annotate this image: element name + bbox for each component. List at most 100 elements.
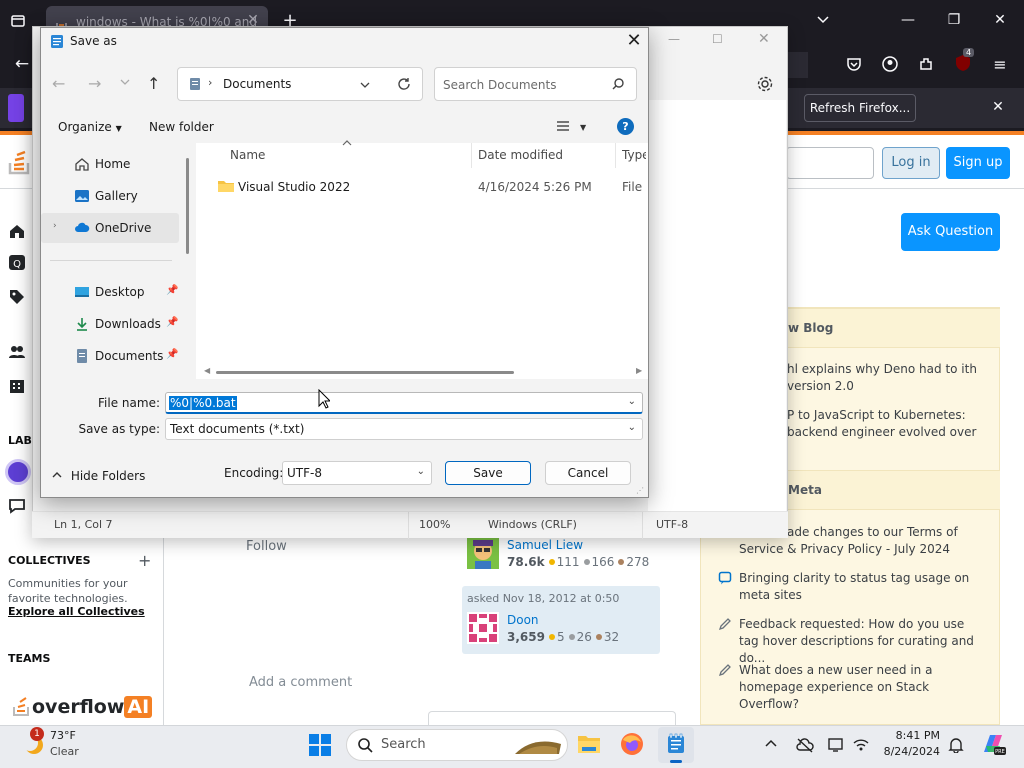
column-separator[interactable]	[615, 143, 616, 168]
network-icon[interactable]	[852, 737, 870, 755]
explore-collectives-link[interactable]: Explore all Collectives	[8, 605, 145, 618]
collectives-add-icon[interactable]: +	[138, 551, 151, 570]
forward-arrow-icon[interactable]: →	[88, 74, 101, 93]
meta-item[interactable]: Feedback requested: How do you use tag h…	[739, 616, 987, 667]
column-header-date[interactable]: Date modified	[478, 148, 563, 162]
save-type-select[interactable]: Text documents (*.txt) ⌄	[165, 418, 643, 440]
editor-avatar[interactable]	[467, 537, 499, 569]
nav-item-desktop[interactable]: Desktop 📌	[41, 277, 179, 307]
column-header-type[interactable]: Type	[622, 148, 646, 162]
weather-condition[interactable]: Clear	[50, 745, 79, 758]
companies-icon[interactable]	[8, 377, 26, 395]
nav-item-onedrive[interactable]: › OneDrive	[41, 213, 179, 243]
blog-item[interactable]: P to JavaScript to Kubernetes: backend e…	[787, 407, 987, 441]
notification-bell-icon[interactable]	[948, 737, 966, 755]
so-search-input[interactable]	[786, 147, 874, 179]
add-comment-link[interactable]: Add a comment	[249, 675, 352, 690]
recent-locations-icon[interactable]	[120, 77, 130, 87]
tags-icon[interactable]	[8, 288, 26, 306]
notification-close-icon[interactable]: ✕	[990, 99, 1006, 115]
window-close-icon[interactable]: ✕	[990, 12, 1010, 28]
discussions-icon[interactable]	[5, 459, 31, 485]
overflow-ai-logo[interactable]: overflow AI	[12, 693, 153, 718]
notepad-settings-icon[interactable]	[756, 75, 774, 93]
follow-link[interactable]: Follow	[246, 539, 287, 554]
show-hidden-icons-icon[interactable]	[764, 737, 782, 755]
questions-icon[interactable]: Q	[8, 254, 26, 272]
save-type-dropdown-icon[interactable]: ⌄	[628, 422, 636, 433]
up-arrow-icon[interactable]: ↑	[147, 74, 160, 93]
address-bar[interactable]: › Documents	[177, 67, 423, 101]
ublock-icon[interactable]: 4	[954, 48, 975, 74]
weather-temp[interactable]: 73°F	[50, 729, 76, 742]
meta-item[interactable]: Bringing clarity to status tag usage on …	[739, 570, 979, 604]
nav-item-gallery[interactable]: Gallery	[41, 181, 179, 211]
login-button[interactable]: Log in	[882, 147, 940, 179]
file-explorer-icon[interactable]	[577, 733, 601, 755]
signup-button[interactable]: Sign up	[946, 147, 1010, 179]
display-icon[interactable]	[828, 737, 846, 755]
view-list-icon[interactable]	[556, 120, 570, 132]
encoding-select[interactable]: UTF-8 ⌄	[282, 461, 432, 485]
users-icon[interactable]	[8, 343, 26, 361]
notepad-text-area[interactable]	[648, 100, 786, 511]
blog-item[interactable]: hl explains why Deno had to ith version …	[787, 361, 987, 395]
extensions-icon[interactable]	[918, 56, 938, 72]
refresh-firefox-button[interactable]: Refresh Firefox...	[804, 94, 916, 122]
nav-item-downloads[interactable]: Downloads 📌	[41, 309, 179, 339]
view-dropdown-icon[interactable]: ▼	[580, 123, 586, 132]
restore-icon[interactable]: ❐	[944, 12, 964, 28]
tab-list-icon[interactable]	[10, 13, 30, 29]
search-documents-box[interactable]	[434, 67, 637, 101]
chat-icon[interactable]	[8, 497, 26, 515]
meta-item[interactable]: What does a new user need in a homepage …	[739, 662, 939, 713]
firefox-icon[interactable]	[620, 732, 644, 756]
scrollbar-thumb[interactable]	[216, 371, 514, 374]
weather-icon[interactable]: 1	[18, 727, 46, 759]
column-separator[interactable]	[471, 143, 472, 168]
file-name-input[interactable]: %0|%0.bat ⌄	[165, 392, 643, 414]
new-folder-button[interactable]: New folder	[149, 120, 214, 134]
back-icon[interactable]: ←	[12, 54, 32, 74]
taskbar-search[interactable]: Search	[346, 729, 568, 761]
notepad-taskbar-item[interactable]	[658, 727, 694, 763]
tab-list-chevron-icon[interactable]	[816, 12, 836, 26]
organize-button[interactable]: Organize ▼	[58, 120, 122, 134]
menu-icon[interactable]: ≡	[990, 55, 1010, 74]
save-button[interactable]: Save	[445, 461, 531, 485]
clock-time[interactable]: 8:41 PM	[880, 729, 940, 742]
column-header-name[interactable]: Name	[230, 148, 265, 162]
expand-chevron-icon[interactable]: ›	[53, 221, 57, 231]
scroll-right-icon[interactable]: ▶	[636, 366, 642, 375]
notepad-maximize-icon[interactable]: ☐	[712, 32, 723, 46]
dialog-close-icon[interactable]: ✕	[622, 30, 646, 52]
clock-date[interactable]: 8/24/2024	[872, 745, 940, 758]
copilot-icon[interactable]: PRE	[980, 732, 1006, 756]
address-dropdown-icon[interactable]	[360, 80, 370, 90]
file-name-dropdown-icon[interactable]: ⌄	[628, 396, 636, 407]
asker-name[interactable]: Doon	[507, 613, 539, 627]
nav-scrollbar[interactable]	[186, 158, 189, 254]
back-arrow-icon[interactable]: ←	[52, 74, 65, 93]
nav-item-documents[interactable]: Documents 📌	[41, 341, 179, 371]
file-row[interactable]: Visual Studio 2022 4/16/2024 5:26 PM Fil…	[214, 176, 646, 198]
search-documents-input[interactable]	[443, 76, 603, 94]
refresh-icon[interactable]	[397, 77, 411, 91]
encoding-dropdown-icon[interactable]: ⌄	[417, 466, 425, 477]
resize-grip-icon[interactable]: ⋰	[636, 486, 644, 495]
notepad-minimize-icon[interactable]: —	[668, 32, 680, 46]
start-icon[interactable]	[308, 733, 332, 757]
home-icon[interactable]	[8, 222, 26, 240]
help-icon[interactable]: ?	[617, 118, 634, 135]
account-icon[interactable]	[882, 56, 902, 72]
notepad-close-icon[interactable]: ✕	[758, 31, 770, 47]
editor-name[interactable]: Samuel Liew	[507, 538, 583, 552]
pocket-icon[interactable]	[846, 56, 866, 72]
nav-item-home[interactable]: Home	[41, 149, 179, 179]
ask-question-button[interactable]: Ask Question	[901, 213, 1000, 251]
so-logo-icon[interactable]	[8, 145, 34, 175]
asker-avatar[interactable]	[467, 612, 499, 644]
hide-folders-button[interactable]: Hide Folders	[52, 469, 145, 483]
minimize-icon[interactable]: —	[898, 12, 918, 28]
cloud-offline-icon[interactable]	[796, 737, 814, 755]
